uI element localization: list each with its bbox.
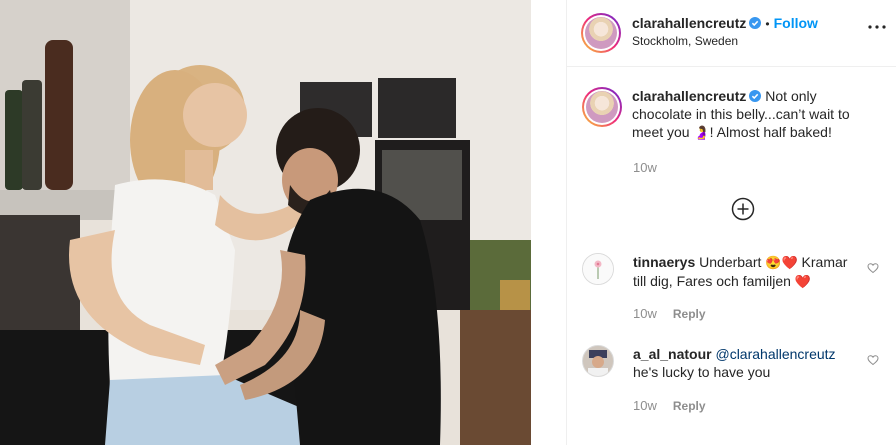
profile-photo-avatar-icon <box>583 346 613 376</box>
follow-button[interactable]: Follow <box>774 15 818 31</box>
comment-emoji-2: ❤️ <box>794 274 812 289</box>
caption-username[interactable]: clarahallencreutz <box>632 88 746 104</box>
commenter-username[interactable]: a_al_natour <box>633 346 712 362</box>
pregnant-emoji: 🤰 <box>693 125 710 140</box>
verified-badge-icon <box>749 90 762 102</box>
heart-outline-icon[interactable] <box>867 262 879 274</box>
post-details-panel: clarahallencreutz • Follow Stockholm, Swed… <box>566 0 896 445</box>
post-photo-illustration <box>0 0 531 445</box>
comment-text: a_al_natour @clarahallencreutz he's luck… <box>633 345 863 381</box>
post-location[interactable]: Stockholm, Sweden <box>632 34 738 48</box>
header-title-row: clarahallencreutz • Follow <box>632 15 818 31</box>
comment-meta: 10w Reply <box>633 305 706 321</box>
caption-timestamp[interactable]: 10w <box>633 160 657 175</box>
post-photo[interactable] <box>0 0 531 445</box>
commenter-avatar[interactable] <box>582 253 614 285</box>
load-more-plus-icon[interactable] <box>731 197 755 221</box>
caption-author-avatar[interactable] <box>582 87 622 127</box>
comment-meta: 10w Reply <box>633 397 706 413</box>
comment-body-part1: Underbart <box>699 254 766 270</box>
comment-timestamp[interactable]: 10w <box>633 306 657 321</box>
caption-avatar-image <box>586 91 618 123</box>
caption-text: clarahallencreutz Not only chocolate in … <box>632 87 872 142</box>
heart-outline-icon[interactable] <box>867 354 879 366</box>
more-options-icon[interactable] <box>867 24 887 30</box>
commenter-username[interactable]: tinnaerys <box>633 254 695 270</box>
comment-emoji-1: 😍❤️ <box>765 255 798 270</box>
author-avatar-image <box>585 17 617 49</box>
flower-avatar-icon <box>583 254 613 284</box>
comment-text: tinnaerys Underbart 😍❤️ Kramar till dig,… <box>633 253 863 291</box>
comment-body: he's lucky to have you <box>633 364 771 380</box>
mention-link[interactable]: @clarahallencreutz <box>715 346 835 362</box>
author-username[interactable]: clarahallencreutz <box>632 15 746 31</box>
author-avatar[interactable] <box>581 13 621 53</box>
reply-button[interactable]: Reply <box>673 307 706 321</box>
commenter-avatar[interactable] <box>582 345 614 377</box>
reply-button[interactable]: Reply <box>673 399 706 413</box>
caption-body-part2: ! Almost half baked! <box>709 124 832 140</box>
separator-dot: • <box>765 17 770 31</box>
post-header: clarahallencreutz • Follow Stockholm, Swed… <box>567 0 896 67</box>
verified-badge-icon <box>749 17 762 29</box>
comment-timestamp[interactable]: 10w <box>633 398 657 413</box>
